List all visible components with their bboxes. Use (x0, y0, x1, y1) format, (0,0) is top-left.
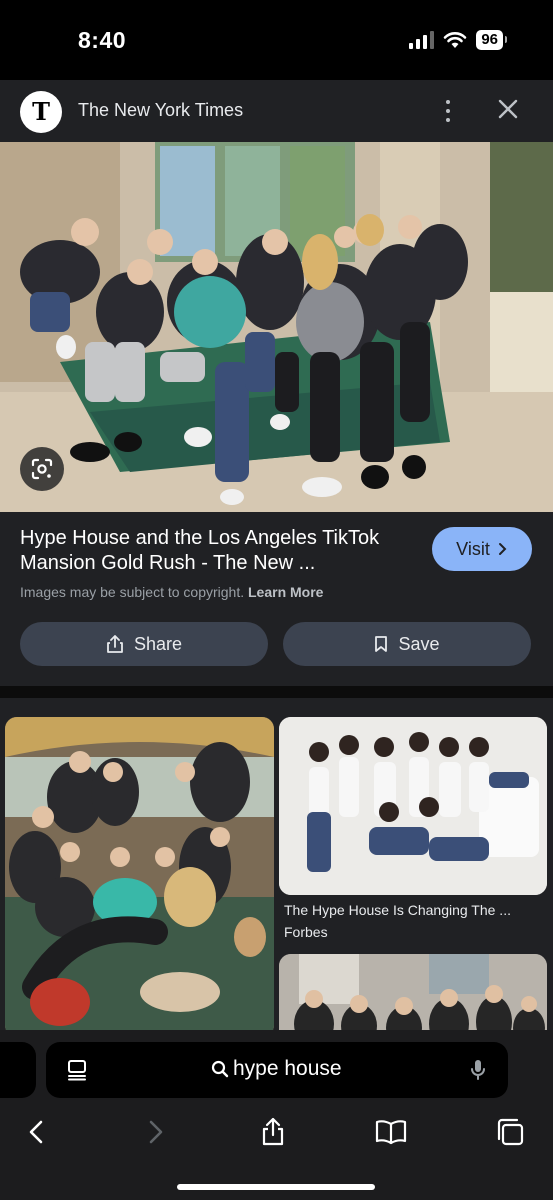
visit-label: Visit (456, 538, 490, 559)
save-label: Save (398, 633, 440, 654)
cellular-signal-icon (409, 31, 435, 49)
address-bar[interactable]: hype house (46, 1042, 508, 1098)
result-info-panel: Hype House and the Los Angeles TikTok Ma… (0, 512, 553, 686)
group-photo-thumbnail (279, 717, 547, 895)
group-photo-thumbnail (279, 954, 547, 1038)
status-time: 8:40 (78, 27, 127, 53)
learn-more-link[interactable]: Learn More (248, 584, 323, 600)
home-indicator (177, 1184, 375, 1190)
share-label: Share (133, 633, 183, 654)
lens-icon (31, 458, 53, 480)
share-icon (262, 1117, 284, 1146)
save-button[interactable]: Save (283, 622, 531, 666)
share-icon (107, 635, 123, 653)
chevron-right-icon (149, 1120, 163, 1144)
related-image-caption[interactable]: The Hype House Is Changing The ... (284, 902, 549, 918)
main-image[interactable] (0, 142, 553, 512)
address-field[interactable]: hype house (211, 1057, 342, 1081)
search-icon (211, 1060, 229, 1078)
image-viewer-header: T The New York Times (0, 80, 553, 142)
battery-indicator: 96 (476, 30, 507, 50)
share-page-button[interactable] (257, 1116, 289, 1148)
related-images-grid: The Hype House Is Changing The ... Forbe… (0, 698, 553, 1038)
section-divider (0, 686, 553, 698)
copyright-text: Images may be subject to copyright. (20, 584, 245, 600)
bookmarks-button[interactable] (375, 1116, 407, 1148)
page-menu-icon[interactable] (66, 1059, 88, 1081)
back-button[interactable] (20, 1116, 52, 1148)
microphone-icon[interactable] (470, 1058, 486, 1082)
related-image-source: Forbes (284, 924, 328, 940)
search-query-text: hype house (233, 1057, 342, 1080)
browser-toolbar: hype house (0, 1030, 553, 1200)
tabs-button[interactable] (494, 1116, 526, 1148)
share-button[interactable]: Share (20, 622, 268, 666)
close-icon[interactable] (496, 97, 520, 121)
navigation-toolbar (0, 1110, 553, 1154)
google-lens-button[interactable] (20, 447, 64, 491)
tabs-icon (497, 1118, 524, 1146)
result-title[interactable]: Hype House and the Los Angeles TikTok Ma… (20, 526, 415, 576)
book-icon (375, 1120, 407, 1145)
chevron-left-icon (29, 1120, 43, 1144)
group-photo-thumbnail (5, 717, 274, 1037)
status-icons: 96 (409, 30, 507, 50)
related-image-thumbnail[interactable] (279, 717, 547, 895)
wifi-icon (444, 32, 467, 48)
copyright-notice: Images may be subject to copyright. Lear… (20, 584, 323, 600)
source-name[interactable]: The New York Times (78, 100, 243, 121)
related-image-thumbnail[interactable] (5, 717, 274, 1037)
bookmark-icon (375, 636, 388, 652)
related-image-thumbnail[interactable] (279, 954, 547, 1038)
group-photo (0, 142, 553, 512)
forward-button[interactable] (140, 1116, 172, 1148)
status-bar: 8:40 96 (0, 0, 553, 80)
nyt-logo: T (20, 91, 62, 133)
visit-button[interactable]: Visit (432, 527, 532, 571)
chevron-right-icon (498, 543, 507, 555)
previous-tab-peek[interactable] (0, 1042, 36, 1098)
more-options-icon[interactable] (438, 98, 458, 124)
